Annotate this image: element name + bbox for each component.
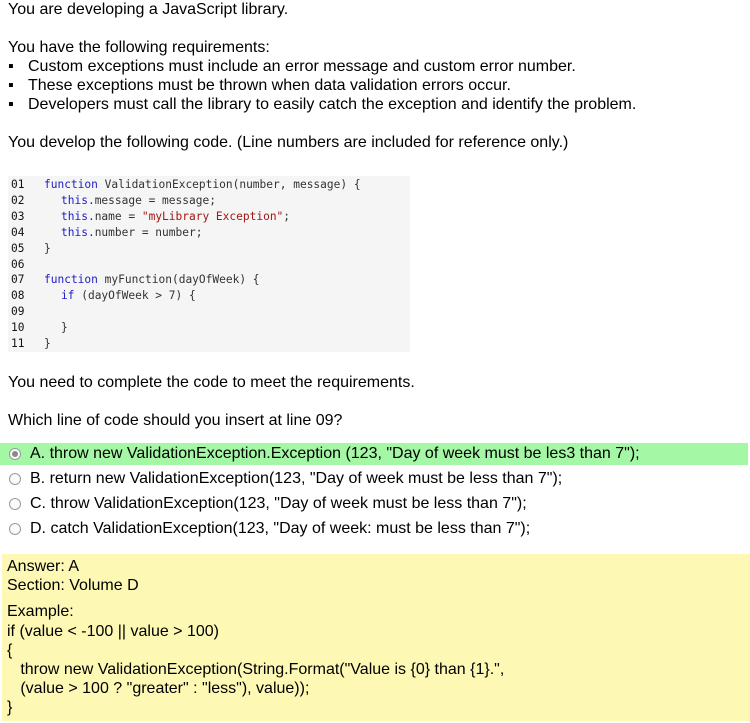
code-line: } xyxy=(61,321,68,334)
code-line: this.name = "myLibrary Exception"; xyxy=(61,210,290,223)
option-b-label: B. return new ValidationException(123, "… xyxy=(30,470,563,487)
line-number: 05 xyxy=(11,242,25,255)
radio-icon[interactable] xyxy=(9,498,21,510)
option-a-label: A. throw new ValidationException.Excepti… xyxy=(30,445,640,462)
code-keyword: this xyxy=(61,194,88,207)
line-number: 01 xyxy=(11,178,25,191)
line-number: 02 xyxy=(11,194,25,207)
code-line: if (dayOfWeek > 7) { xyxy=(61,289,196,302)
line-number: 08 xyxy=(11,289,25,302)
answer-panel: Answer: A Section: Volume D Example: if … xyxy=(2,554,750,721)
code-keyword: this xyxy=(61,226,88,239)
requirements-heading: You have the following requirements: xyxy=(8,39,270,56)
example-line: throw new ValidationException(String.For… xyxy=(7,661,505,678)
code-keyword: this xyxy=(61,210,88,223)
line-number: 03 xyxy=(11,210,25,223)
code-line: } xyxy=(44,242,51,255)
line-number: 11 xyxy=(11,337,25,350)
requirement-item: Developers must call the library to easi… xyxy=(28,96,637,113)
bullet-icon: ▪ xyxy=(8,77,14,94)
code-text: .number = number; xyxy=(87,226,203,239)
example-line: if (value < -100 || value > 100) xyxy=(7,623,219,640)
radio-icon[interactable] xyxy=(9,523,21,535)
radio-selected-icon[interactable] xyxy=(9,448,21,460)
line-number: 04 xyxy=(11,226,25,239)
code-text: myFunction(dayOfWeek) { xyxy=(97,273,260,286)
option-d-label: D. catch ValidationException(123, "Day o… xyxy=(30,520,531,537)
option-c[interactable]: C. throw ValidationException(123, "Day o… xyxy=(0,493,748,515)
example-label: Example: xyxy=(7,603,74,620)
option-a[interactable]: A. throw new ValidationException.Excepti… xyxy=(0,443,748,465)
bullet-icon: ▪ xyxy=(8,96,14,113)
answer-line: Answer: A xyxy=(7,558,80,575)
need-text: You need to complete the code to meet th… xyxy=(8,374,415,391)
code-line: function myFunction(dayOfWeek) { xyxy=(44,273,260,286)
code-text: .name = xyxy=(87,210,142,223)
line-number: 06 xyxy=(11,258,25,271)
code-keyword: if xyxy=(61,289,75,302)
section-line: Section: Volume D xyxy=(7,577,139,594)
question-text: Which line of code should you insert at … xyxy=(8,412,343,429)
requirement-item: These exceptions must be thrown when dat… xyxy=(28,77,511,94)
option-b[interactable]: B. return new ValidationException(123, "… xyxy=(0,468,748,490)
develop-text: You develop the following code. (Line nu… xyxy=(8,134,569,151)
code-text: ValidationException(number, message) { xyxy=(97,178,361,191)
example-line: (value > 100 ? "greater" : "less"), valu… xyxy=(7,680,310,697)
code-block: 01 02 03 04 05 06 07 08 09 10 11 functio… xyxy=(8,176,410,352)
example-line: { xyxy=(7,642,13,659)
code-text: ; xyxy=(283,210,291,223)
code-string: "myLibrary Exception" xyxy=(141,210,284,223)
code-line: function ValidationException(number, mes… xyxy=(44,178,361,191)
line-number: 09 xyxy=(11,305,25,318)
line-number: 07 xyxy=(11,273,25,286)
line-number: 10 xyxy=(11,321,25,334)
code-line: this.number = number; xyxy=(61,226,202,239)
code-text: (dayOfWeek > 7) { xyxy=(74,289,196,302)
code-keyword: function xyxy=(44,178,98,191)
code-line: } xyxy=(44,337,51,350)
code-text: .message = message; xyxy=(87,194,216,207)
code-keyword: function xyxy=(44,273,98,286)
option-d[interactable]: D. catch ValidationException(123, "Day o… xyxy=(0,518,748,540)
radio-icon[interactable] xyxy=(9,473,21,485)
code-line: this.message = message; xyxy=(61,194,216,207)
intro-text: You are developing a JavaScript library. xyxy=(8,1,289,18)
requirement-item: Custom exceptions must include an error … xyxy=(28,58,576,75)
option-c-label: C. throw ValidationException(123, "Day o… xyxy=(30,495,527,512)
example-line: } xyxy=(7,699,13,716)
bullet-icon: ▪ xyxy=(8,58,14,75)
